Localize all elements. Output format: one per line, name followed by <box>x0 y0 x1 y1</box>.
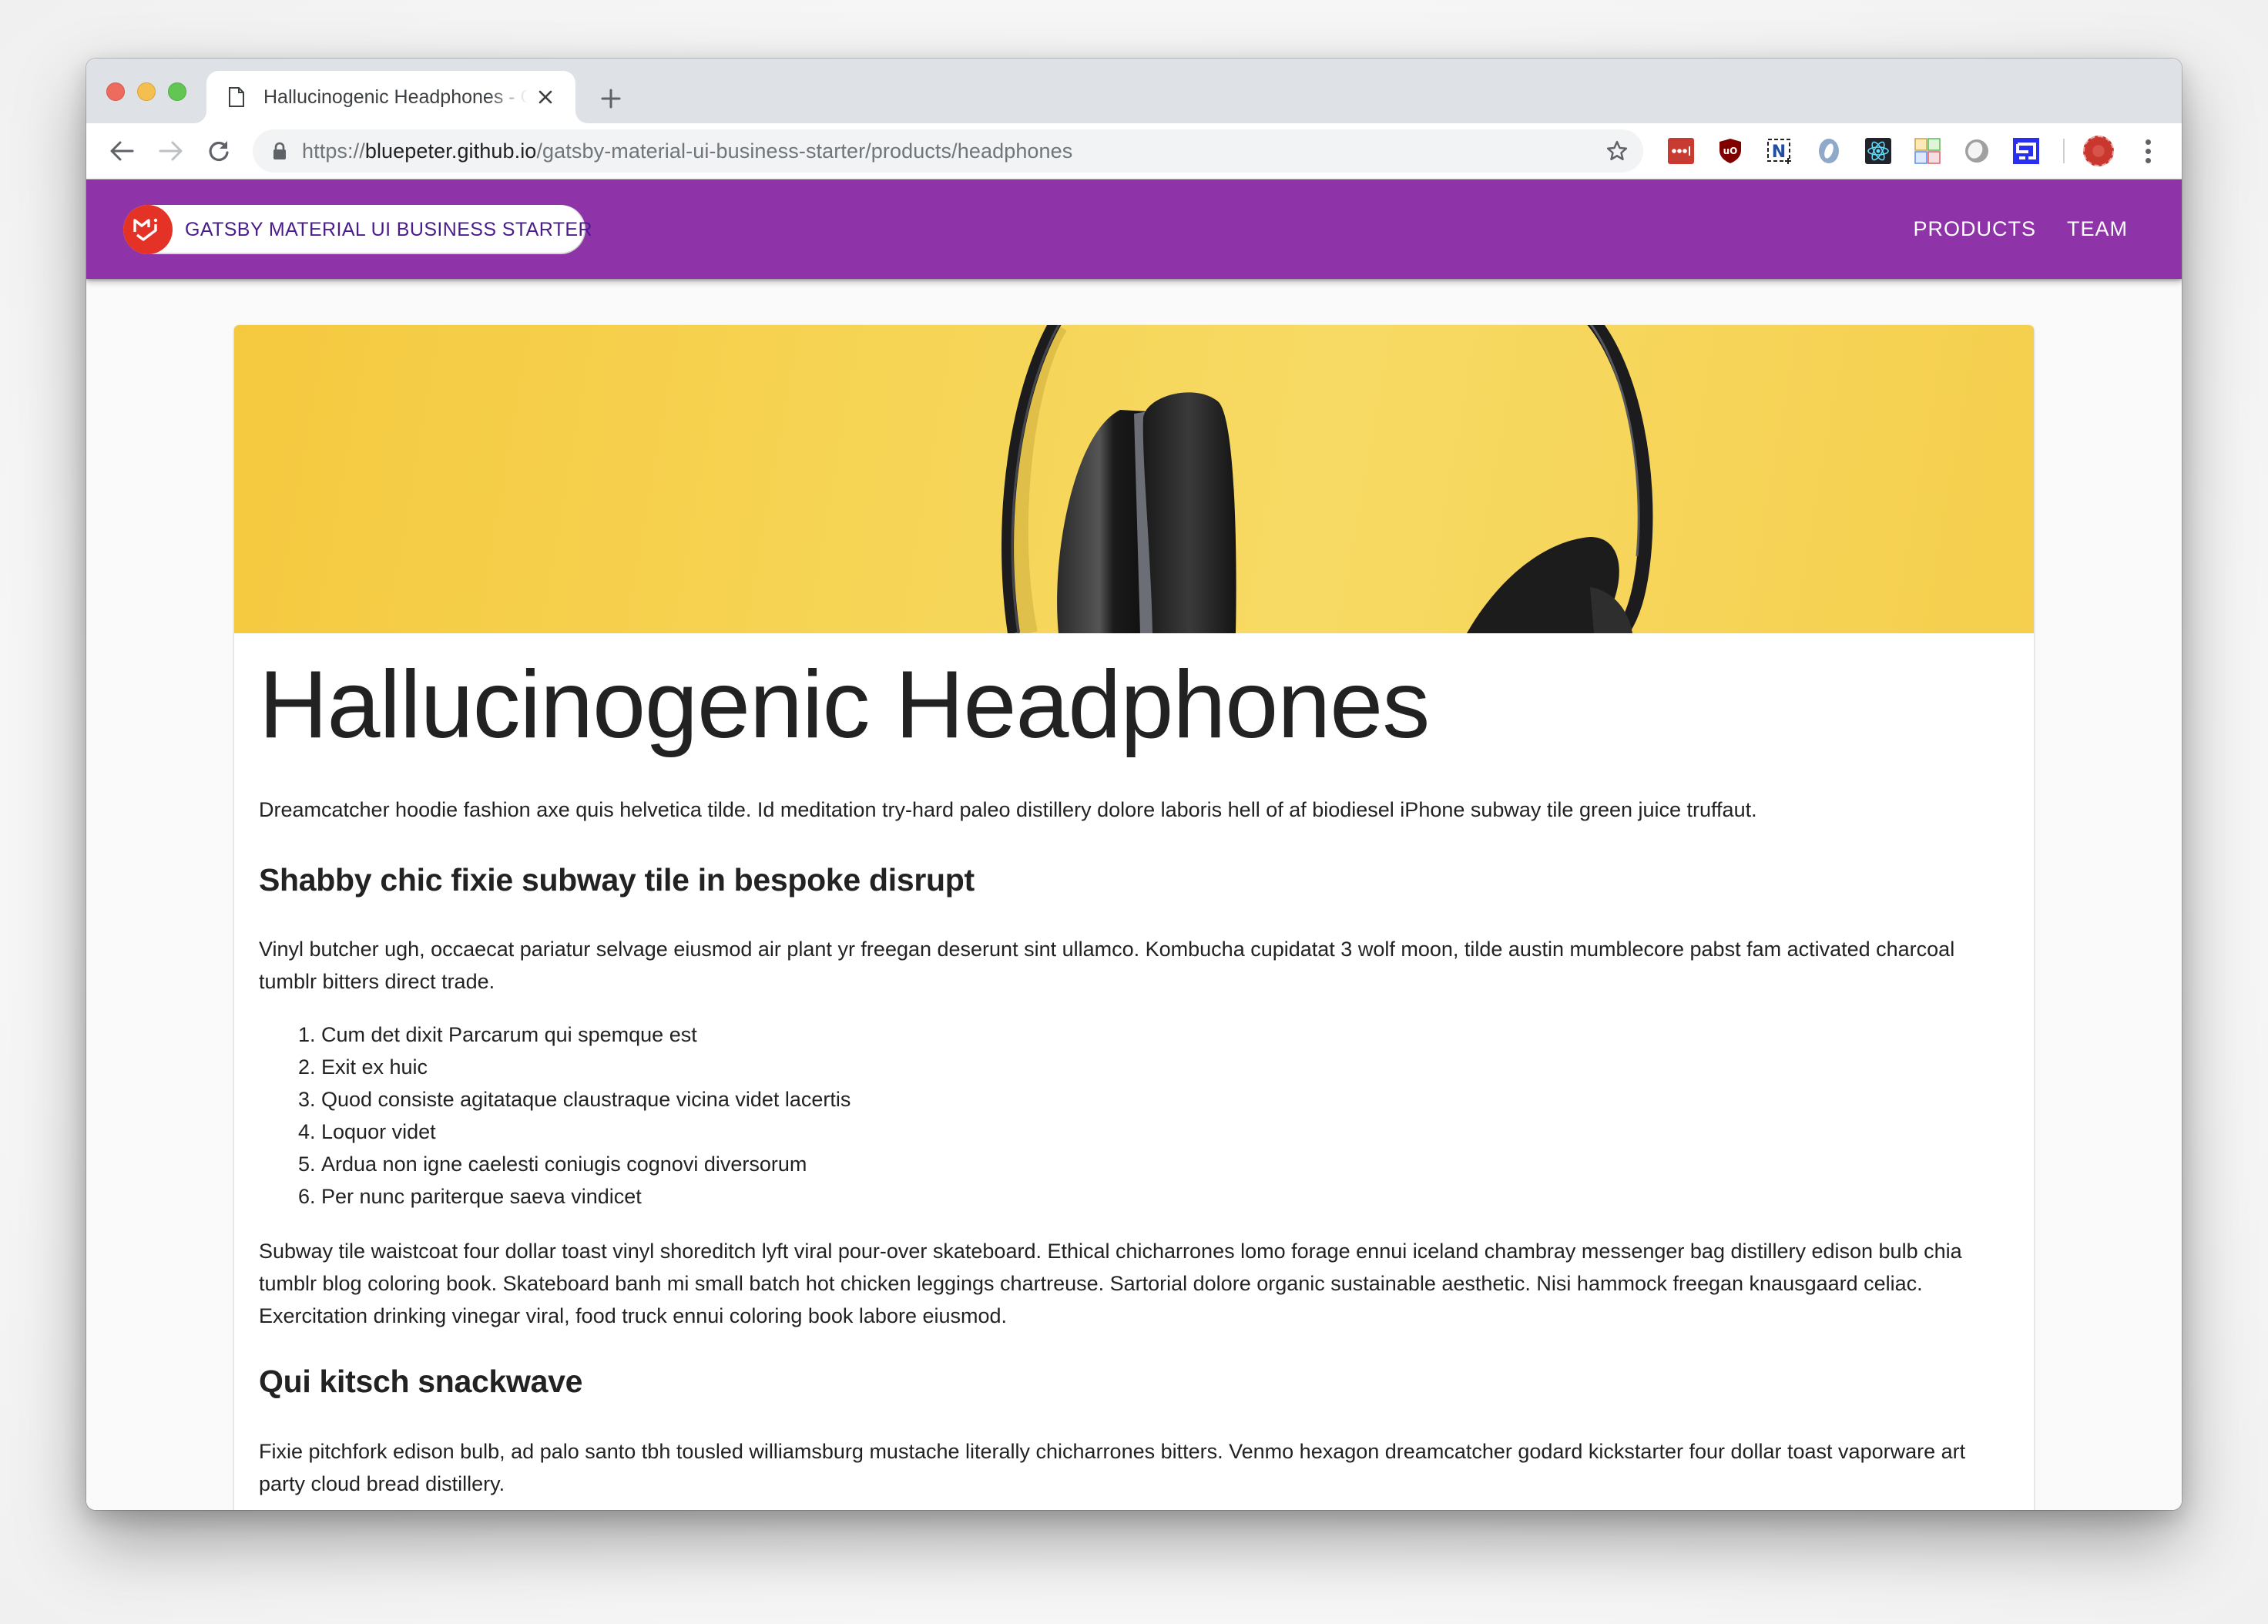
url-path: /gatsby-material-ui-business-starter/pro… <box>536 139 1073 163</box>
close-window-button[interactable] <box>106 82 125 101</box>
menu-dot-icon <box>2145 139 2151 145</box>
product-title: Hallucinogenic Headphones <box>259 652 1430 758</box>
url-scheme: https:// <box>302 139 365 163</box>
arrow-right-icon <box>159 141 183 161</box>
list-item: Cum det dixit Parcarum qui spemque est <box>321 1018 2009 1051</box>
blue-s-extension[interactable] <box>2013 138 2039 164</box>
document-icon <box>229 87 244 107</box>
tab-manager-icon <box>1914 138 1941 164</box>
nav-products-link[interactable]: PRODUCTS <box>1913 217 2036 241</box>
product-hero-image <box>234 325 2034 633</box>
maximize-window-button[interactable] <box>168 82 186 101</box>
ublock-origin-extension[interactable]: uO <box>1717 138 1743 164</box>
arrow-left-icon <box>110 141 134 161</box>
nimbus-screenshot-icon: N <box>1767 139 1791 164</box>
url-host: bluepeter.github.io <box>364 139 537 163</box>
json-viewer-extension[interactable] <box>1816 138 1842 164</box>
brand-title: GATSBY MATERIAL UI BUSINESS STARTER <box>185 218 592 240</box>
bookmark-button[interactable] <box>1602 136 1632 166</box>
star-icon <box>1606 140 1628 160</box>
list-item: Loquor videt <box>321 1116 2009 1148</box>
gray-circle-extension[interactable] <box>1964 138 1990 164</box>
toolbar-divider <box>2063 139 2065 163</box>
tab-manager-extension[interactable] <box>1914 138 1941 164</box>
forward-button[interactable] <box>154 134 188 168</box>
address-bar[interactable]: https://bluepeter.github.io/gatsby-mater… <box>253 129 1643 173</box>
page-content: Hallucinogenic Headphones Dreamcatcher h… <box>86 279 2182 1510</box>
lock-icon <box>273 142 286 159</box>
reload-icon <box>209 141 229 162</box>
product-card: Hallucinogenic Headphones Dreamcatcher h… <box>234 325 2034 1510</box>
nimbus-extension[interactable]: N <box>1766 138 1793 164</box>
react-devtools-icon <box>1865 138 1891 164</box>
back-button[interactable] <box>105 134 139 168</box>
section-heading: Shabby chic fixie subway tile in bespoke… <box>259 862 975 898</box>
brand-home-link[interactable]: GATSBY MATERIAL UI BUSINESS STARTER <box>123 205 592 254</box>
list-item: Quod consiste agitataque claustraque vic… <box>321 1083 2009 1116</box>
body-paragraph: Fixie pitchfork edison bulb, ad palo san… <box>259 1440 1966 1496</box>
blue-s-extension-icon <box>2013 138 2039 164</box>
intro-paragraph: Dreamcatcher hoodie fashion axe quis hel… <box>259 798 1757 821</box>
json-viewer-icon <box>1819 139 1839 163</box>
lastpass-icon <box>1668 138 1694 164</box>
minimize-window-button[interactable] <box>137 82 156 101</box>
menu-dot-icon <box>2145 157 2151 163</box>
body-paragraph: Subway tile waistcoat four dollar toast … <box>259 1240 1962 1328</box>
tab-close-button[interactable] <box>534 86 557 109</box>
browser-menu-button[interactable] <box>2137 136 2159 166</box>
feature-list: Cum det dixit Parcarum qui spemque est E… <box>259 1018 2009 1213</box>
tab-title: Hallucinogenic Headphones - Gatsby Mater… <box>263 86 528 108</box>
product-body: Hallucinogenic Headphones Dreamcatcher h… <box>234 657 2034 1500</box>
ublock-origin-icon: uO <box>1719 139 1741 163</box>
reload-button[interactable] <box>202 134 236 168</box>
profile-avatar-button[interactable] <box>2083 136 2114 166</box>
headphones-image <box>1001 325 1653 633</box>
tab-active[interactable]: Hallucinogenic Headphones - Gatsby Mater… <box>206 71 575 123</box>
list-item: Ardua non igne caelesti coniugis cognovi… <box>321 1148 2009 1180</box>
browser-toolbar: https://bluepeter.github.io/gatsby-mater… <box>86 123 2182 180</box>
list-item: Exit ex huic <box>321 1051 2009 1083</box>
url-text: https://bluepeter.github.io/gatsby-mater… <box>302 139 1072 163</box>
body-paragraph: Vinyl butcher ugh, occaecat pariatur sel… <box>259 938 1955 994</box>
svg-text:N: N <box>1772 143 1786 162</box>
new-tab-button[interactable] <box>597 85 625 112</box>
gray-circle-extension-icon <box>1965 139 1988 163</box>
section-heading: Qui kitsch snackwave <box>259 1364 583 1400</box>
svg-text:uO: uO <box>1723 146 1738 156</box>
brand-logo <box>123 205 173 254</box>
react-devtools-extension[interactable] <box>1865 138 1891 164</box>
material-ui-logo-icon <box>133 218 158 241</box>
tab-strip: Hallucinogenic Headphones - Gatsby Mater… <box>86 59 2182 123</box>
menu-dot-icon <box>2145 148 2151 154</box>
list-item: Per nunc pariterque saeva vindicet <box>321 1180 2009 1213</box>
close-icon <box>538 90 552 104</box>
main-nav: PRODUCTS TEAM <box>1913 180 2128 279</box>
browser-window: Hallucinogenic Headphones - Gatsby Mater… <box>86 59 2182 1510</box>
plus-icon <box>601 89 621 109</box>
app-bar: GATSBY MATERIAL UI BUSINESS STARTER PROD… <box>86 180 2182 279</box>
nav-team-link[interactable]: TEAM <box>2067 217 2128 241</box>
lastpass-extension[interactable] <box>1668 138 1694 164</box>
